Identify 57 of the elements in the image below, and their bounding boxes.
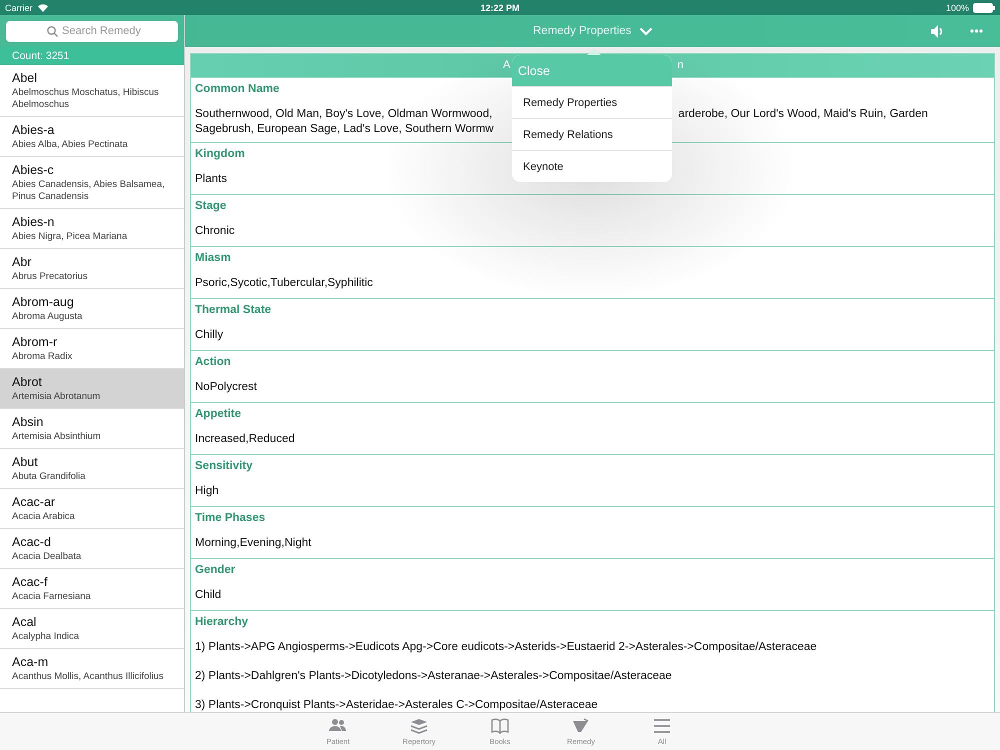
remedy-count: Count: 3251: [0, 47, 184, 65]
property-value: NoPolycrest: [195, 380, 257, 395]
property-label: Common Name: [195, 82, 280, 96]
speaker-icon[interactable]: [931, 24, 945, 38]
remedy-list-item[interactable]: Abies-a Abies Alba, Abies Pectinata: [0, 117, 184, 157]
property-value: 1) Plants->APG Angiosperms->Eudicots Apg->Core eudicots->Asterids->Eustaerid 2->Asterales->Compositae/Asteraceae: [195, 640, 818, 655]
property-value: Sagebrush, European Sage, Lad's Love, Southern Wormw: [195, 122, 494, 137]
property-value: Morning,Evening,Night: [195, 536, 312, 551]
property-value: arderobe, Our Lord's Wood, Maid's Ruin, Garden: [678, 107, 928, 122]
header-text-fragment: A: [503, 58, 510, 73]
remedy-list-item[interactable]: Acac-ar Acacia Arabica: [0, 489, 184, 529]
property-label: Hierarchy: [195, 615, 250, 629]
property-value: Plants: [195, 172, 227, 187]
battery-percent: 100%: [946, 2, 969, 12]
property-value: Southernwood, Old Man, Boy's Love, Oldman Wormwood,: [195, 107, 492, 122]
property-value: Child: [195, 588, 222, 603]
property-label: Stage: [195, 199, 228, 213]
property-label: Appetite: [195, 407, 242, 421]
property-label: Kingdom: [195, 147, 246, 161]
property-value: 3) Plants->Cronquist Plants->Asteridae->Asterales C->Compositae/Asteraceae: [195, 698, 599, 713]
property-value: Psoric,Sycotic,Tubercular,Syphilitic: [195, 276, 373, 291]
status-time: 12:22 PM: [480, 2, 520, 12]
more-icon[interactable]: [970, 29, 983, 33]
property-value: Chilly: [195, 328, 224, 343]
repertory-icon: [410, 718, 428, 734]
remedy-list-item[interactable]: Abrom-aug Abroma Augusta: [0, 289, 184, 329]
property-value: Chronic: [195, 224, 235, 239]
remedy-icon: [572, 718, 590, 734]
remedy-list-item[interactable]: Abies-n Abies Nigra, Picea Mariana: [0, 209, 184, 249]
remedy-list-item[interactable]: Abies-c Abies Canadensis, Abies Balsamea, Pinus Canadensis: [0, 157, 184, 209]
wifi-icon: [36, 3, 49, 12]
property-value: Increased,Reduced: [195, 432, 295, 447]
search-field[interactable]: Search Remedy: [6, 20, 178, 42]
remedy-list-item[interactable]: Acac-f Acacia Farnesiana: [0, 569, 184, 609]
remedy-list-item[interactable]: Abrot Artemisia Abrotanum: [0, 369, 184, 409]
menu-icon: [653, 718, 671, 734]
remedy-list-item[interactable]: Acac-d Acacia Dealbata: [0, 529, 184, 569]
property-label: Sensitivity: [195, 459, 254, 473]
property-value: 2) Plants->Dahlgren's Plants->Dicotyledons->Asteranae->Asterales->Compositae/Asteraceae: [195, 669, 673, 684]
remedy-list-item[interactable]: Abel Abelmoschus Moschatus, Hibiscus Abelmoschus: [0, 65, 184, 117]
remedy-list-item[interactable]: Abut Abuta Grandifolia: [0, 449, 184, 489]
property-label: Miasm: [195, 251, 232, 265]
property-label: Time Phases: [195, 511, 266, 525]
remedy-list-item[interactable]: Aca-m Acanthus Mollis, Acanthus Illicifolius: [0, 649, 184, 689]
property-label: Gender: [195, 563, 236, 577]
battery-icon: [973, 2, 995, 12]
property-label: Thermal State: [195, 303, 272, 317]
patient-icon: [329, 718, 347, 734]
chevron-down-icon: [639, 26, 654, 36]
books-icon: [491, 718, 509, 734]
carrier-name: Carrier: [5, 2, 33, 12]
remedy-list-item[interactable]: Absin Artemisia Absinthium: [0, 409, 184, 449]
property-value: High: [195, 484, 219, 499]
remedy-list-item[interactable]: Abr Abrus Precatorius: [0, 249, 184, 289]
remedy-list-item[interactable]: Acal Acalypha Indica: [0, 609, 184, 649]
header-text-fragment: n: [677, 58, 684, 73]
property-label: Action: [195, 355, 232, 369]
